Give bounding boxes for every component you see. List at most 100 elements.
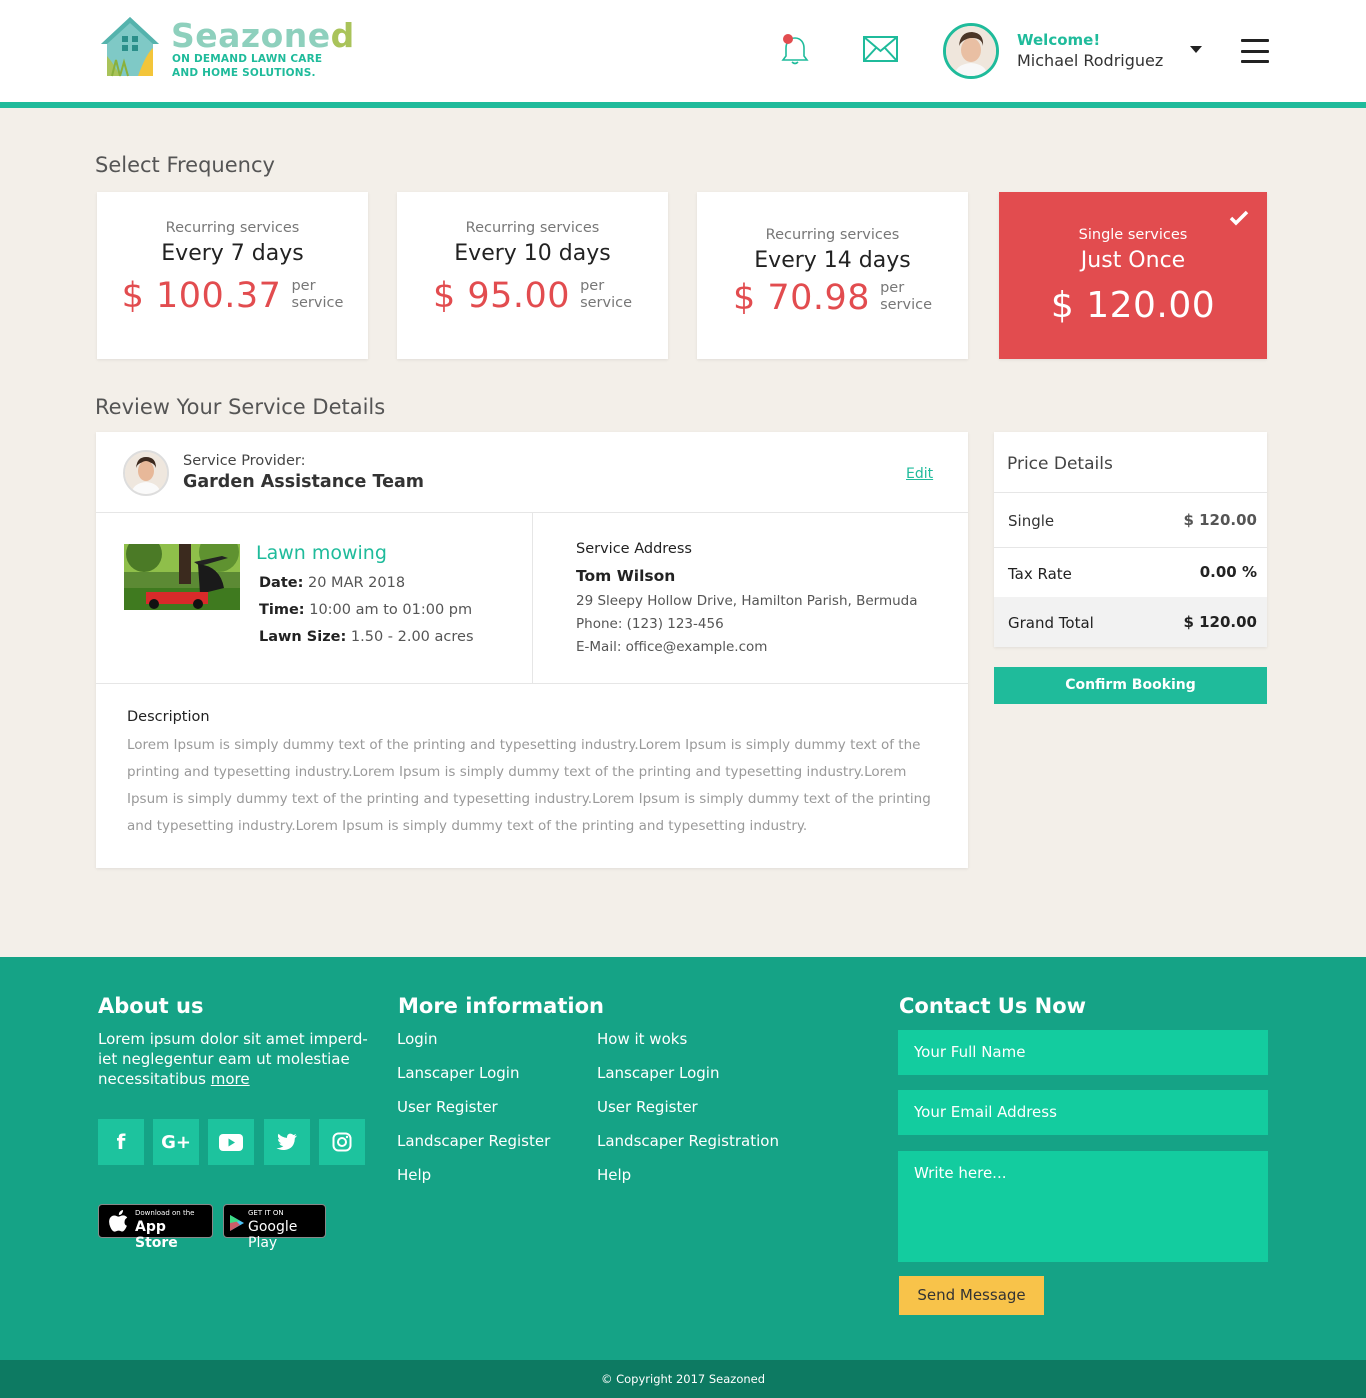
- frequency-subtitle: Recurring services: [165, 220, 300, 236]
- service-name: Lawn mowing: [256, 542, 387, 564]
- address-street: 29 Sleepy Hollow Drive, Hamilton Parish,…: [576, 593, 918, 609]
- price-row-tax: Tax Rate 0.00 %: [994, 547, 1267, 597]
- frequency-title: Every 14 days: [754, 248, 911, 273]
- twitter-glyph: [276, 1133, 297, 1151]
- instagram-glyph: [332, 1132, 352, 1152]
- email-field[interactable]: Your Email Address: [898, 1090, 1268, 1135]
- message-field[interactable]: Write here...: [898, 1151, 1268, 1262]
- app-store-badge[interactable]: Download on the App Store: [98, 1204, 213, 1251]
- footer: About us Lorem ipsum dolor sit amet impe…: [0, 957, 1366, 1360]
- price-value: $ 120.00: [1183, 511, 1257, 529]
- price-row-grand-total: Grand Total $ 120.00: [994, 597, 1267, 647]
- footer-link-lanscaper-login[interactable]: Lanscaper Login: [397, 1064, 519, 1082]
- facebook-icon[interactable]: f: [98, 1119, 144, 1165]
- mail-icon[interactable]: [863, 36, 898, 62]
- google-play-icon: [230, 1215, 244, 1231]
- frequency-title: Just Once: [1080, 248, 1186, 273]
- contact-title: Contact Us Now: [899, 994, 1087, 1018]
- frequency-price: $ 70.98: [732, 278, 871, 318]
- provider-avatar-picture: [125, 452, 167, 494]
- frequency-title: Every 7 days: [161, 241, 304, 266]
- user-avatar[interactable]: [943, 23, 999, 79]
- more-info-title: More information: [398, 994, 604, 1018]
- checkmark-icon: [1229, 210, 1249, 226]
- brand-name: Seazoned: [171, 16, 355, 55]
- price-details-title: Price Details: [1007, 454, 1113, 474]
- footer-link-landscaper-registration[interactable]: Landscaper Registration: [597, 1132, 779, 1150]
- brand-logo[interactable]: Seazoned ON DEMAND LAWN CARE AND HOME SO…: [98, 14, 354, 80]
- price-details-card: Price Details Single $ 120.00 Tax Rate 0…: [994, 432, 1267, 647]
- footer-link-lanscaper-login-2[interactable]: Lanscaper Login: [597, 1064, 719, 1082]
- price-value: 0.00 %: [1199, 563, 1257, 581]
- hamburger-menu-icon[interactable]: [1241, 39, 1269, 63]
- frequency-option-10-days[interactable]: Recurring services Every 10 days $ 95.00…: [397, 192, 668, 359]
- divider: [532, 513, 533, 684]
- youtube-icon[interactable]: [208, 1119, 254, 1165]
- per-service-label: per service: [291, 278, 344, 311]
- welcome-label: Welcome!: [1017, 31, 1101, 49]
- app-store-small-text: Download on the: [135, 1209, 195, 1217]
- description-text: Lorem Ipsum is simply dummy text of the …: [127, 737, 931, 834]
- footer-link-login[interactable]: Login: [397, 1030, 437, 1048]
- user-name: Michael Rodriguez: [1017, 51, 1164, 70]
- chevron-down-icon[interactable]: [1190, 46, 1202, 53]
- bell-icon[interactable]: [779, 32, 811, 66]
- price-value: $ 120.00: [1183, 613, 1257, 631]
- address-heading: Service Address: [576, 541, 692, 557]
- instagram-icon[interactable]: [319, 1119, 365, 1165]
- frequency-title: Every 10 days: [454, 241, 611, 266]
- user-avatar-picture: [946, 26, 996, 76]
- google-play-badge[interactable]: GET IT ON Google Play: [223, 1204, 326, 1251]
- provider-label: Service Provider:: [183, 453, 306, 469]
- google-play-small-text: GET IT ON: [248, 1209, 284, 1217]
- youtube-glyph: [219, 1133, 243, 1151]
- full-name-field[interactable]: Your Full Name: [898, 1030, 1268, 1075]
- price-label: Single: [1008, 512, 1055, 530]
- footer-link-landscaper-register[interactable]: Landscaper Register: [397, 1132, 550, 1150]
- more-link[interactable]: more: [211, 1070, 250, 1088]
- twitter-icon[interactable]: [264, 1119, 310, 1165]
- frequency-subtitle: Single services: [1078, 227, 1188, 243]
- about-title: About us: [98, 994, 204, 1018]
- price-label: Tax Rate: [1008, 565, 1072, 583]
- send-message-button[interactable]: Send Message: [899, 1276, 1044, 1315]
- lawn-mower-image: [124, 544, 240, 610]
- footer-link-user-register[interactable]: User Register: [397, 1098, 498, 1116]
- price-label: Grand Total: [1008, 614, 1094, 632]
- app-store-big-text: App Store: [135, 1219, 178, 1251]
- provider-name: Garden Assistance Team: [183, 472, 425, 492]
- price-row-single: Single $ 120.00: [994, 492, 1267, 547]
- frequency-option-just-once[interactable]: Single services Just Once $ 120.00: [999, 192, 1267, 359]
- confirm-booking-button[interactable]: Confirm Booking: [994, 667, 1267, 704]
- footer-link-help-2[interactable]: Help: [597, 1166, 631, 1184]
- brand-tagline: ON DEMAND LAWN CARE AND HOME SOLUTIONS.: [172, 53, 323, 79]
- description-heading: Description: [127, 709, 210, 725]
- frequency-option-7-days[interactable]: Recurring services Every 7 days $ 100.37…: [97, 192, 368, 359]
- address-name: Tom Wilson: [576, 567, 676, 585]
- about-text: Lorem ipsum dolor sit amet imperd-iet ne…: [98, 1030, 368, 1088]
- google-plus-icon[interactable]: G+: [153, 1119, 199, 1165]
- copyright: © Copyright 2017 Seazoned: [0, 1360, 1366, 1398]
- frequency-option-14-days[interactable]: Recurring services Every 14 days $ 70.98…: [697, 192, 968, 359]
- footer-link-help[interactable]: Help: [397, 1166, 431, 1184]
- frequency-price: $ 95.00: [432, 276, 571, 316]
- select-frequency-title: Select Frequency: [95, 153, 275, 177]
- footer-link-how-it-works[interactable]: How it woks: [597, 1030, 687, 1048]
- divider: [96, 683, 968, 684]
- frequency-price: $ 120.00: [1050, 285, 1216, 326]
- footer-link-user-register-2[interactable]: User Register: [597, 1098, 698, 1116]
- frequency-subtitle: Recurring services: [465, 220, 600, 236]
- service-time: Time: 10:00 am to 01:00 pm: [259, 602, 473, 618]
- service-date: Date: 20 MAR 2018: [259, 575, 406, 591]
- google-play-big-text: Google Play: [248, 1219, 298, 1251]
- apple-icon: [109, 1210, 128, 1232]
- per-service-label: per service: [580, 278, 633, 311]
- frequency-price: $ 100.37: [121, 276, 282, 316]
- top-header: Seazoned ON DEMAND LAWN CARE AND HOME SO…: [0, 0, 1366, 108]
- address-email: E-Mail: office@example.com: [576, 639, 768, 655]
- house-logo-icon: [101, 17, 159, 77]
- review-title: Review Your Service Details: [95, 395, 386, 419]
- address-phone: Phone: (123) 123-456: [576, 616, 724, 632]
- edit-link[interactable]: Edit: [906, 466, 933, 482]
- per-service-label: per service: [880, 280, 933, 313]
